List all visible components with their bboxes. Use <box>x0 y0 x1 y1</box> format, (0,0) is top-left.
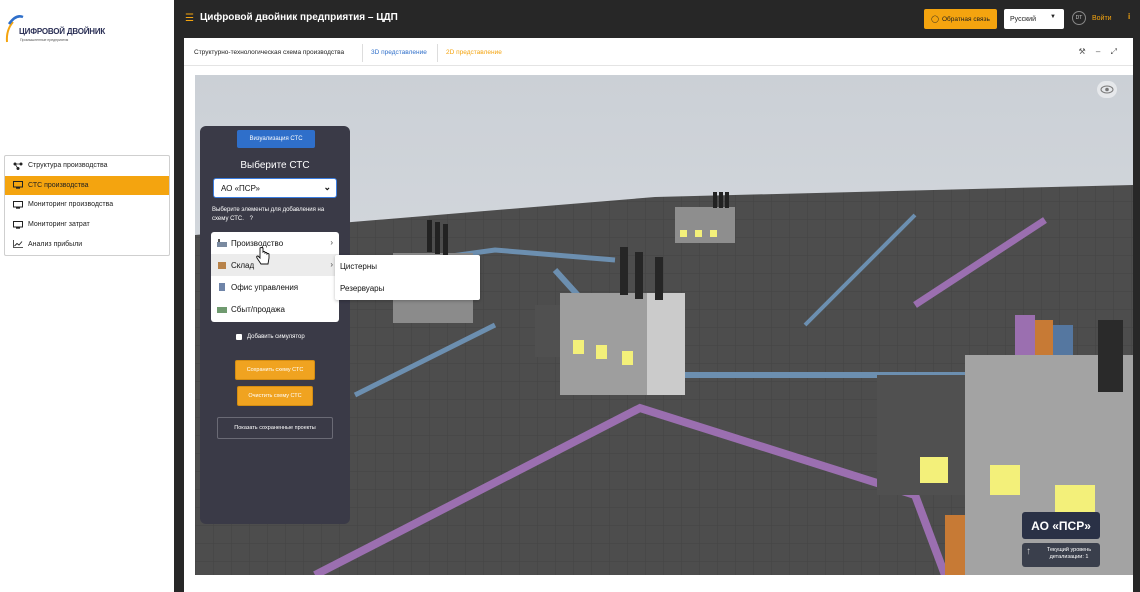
checkbox[interactable] <box>236 334 242 340</box>
element-hint-text: Выберите элементы для добавления на схем… <box>212 207 325 222</box>
choose-sts-title: Выберите СТС <box>240 160 310 171</box>
arrow-up-icon: ↑ <box>1026 546 1031 557</box>
chart-icon <box>13 240 23 249</box>
info-icon[interactable]: i <box>1128 12 1130 21</box>
tab-divider <box>362 44 363 62</box>
simulator-label: Добавить симулятор <box>247 334 305 340</box>
box-icon <box>217 261 227 269</box>
help-icon[interactable]: ? <box>250 216 253 222</box>
sidebar-item-production-monitoring[interactable]: Мониторинг производства <box>5 195 169 215</box>
frame-right <box>1133 38 1140 592</box>
tab-bar: Структурно-технологическая схема произво… <box>184 38 1133 66</box>
tab-structure-scheme[interactable]: Структурно-технологическая схема произво… <box>194 49 344 56</box>
menu-item-warehouse[interactable]: Склад › <box>211 254 339 276</box>
sts-select[interactable]: АО «ПСР» ⌄ <box>213 178 337 198</box>
logo[interactable]: ЦИФРОВОЙ ДВОЙНИК Промышленные предприяти… <box>4 10 134 50</box>
element-menu: Производство › Склад › Офис управления С… <box>211 232 339 322</box>
menu-icon[interactable]: ☰ <box>185 13 194 24</box>
sidebar: ЦИФРОВОЙ ДВОЙНИК Промышленные предприяти… <box>0 0 174 592</box>
sts-select-value: АО «ПСР» <box>221 183 260 193</box>
chevron-down-icon: ⌄ <box>323 182 331 192</box>
sidebar-item-cost-monitoring[interactable]: Мониторинг затрат <box>5 215 169 235</box>
hand-cursor-icon <box>256 247 270 265</box>
page-title: Цифровой двойник предприятия – ЦДП <box>200 12 398 23</box>
sidebar-item-profit-analysis[interactable]: Анализ прибыли <box>5 234 169 254</box>
shop-icon <box>217 305 227 313</box>
menu-item-production[interactable]: Производство › <box>211 232 339 254</box>
monitor-icon <box>13 220 23 229</box>
sidebar-item-label: Мониторинг производства <box>28 201 114 209</box>
login-label: Войти <box>1092 14 1112 22</box>
tab-2d[interactable]: 2D представление <box>446 49 502 56</box>
monitor-icon <box>13 181 23 190</box>
eye-icon <box>1100 85 1114 94</box>
sidebar-nav: Структура производства СТС производства … <box>4 155 170 256</box>
menu-item-label: Офис управления <box>231 282 299 292</box>
level-line-2: детализации: 1 <box>1049 554 1089 560</box>
factory-icon <box>217 239 227 247</box>
warehouse-submenu: Цистерны Резервуары <box>335 255 480 300</box>
feedback-button[interactable]: ◯ Обратная связь <box>924 9 997 29</box>
frame-left <box>174 38 184 592</box>
submenu-item-reservoirs[interactable]: Резервуары <box>335 277 480 299</box>
chat-icon: ◯ <box>931 16 939 23</box>
language-select[interactable]: Русский ▼ <box>1004 9 1064 29</box>
structure-icon <box>13 162 23 170</box>
menu-item-sales[interactable]: Сбыт/продажа <box>211 298 339 320</box>
save-sts-button[interactable]: Сохранить схему СТС <box>235 360 315 380</box>
submenu-item-tanks[interactable]: Цистерны <box>335 255 480 277</box>
tab-divider <box>437 44 438 62</box>
clear-sts-button[interactable]: Очистить схему СТС <box>237 386 313 406</box>
chevron-right-icon: › <box>330 260 333 269</box>
sidebar-item-sts[interactable]: СТС производства <box>5 175 169 196</box>
office-icon <box>217 283 227 291</box>
element-hint: Выберите элементы для добавления на схем… <box>212 206 342 224</box>
tab-3d[interactable]: 3D представление <box>371 49 427 56</box>
sidebar-item-label: Структура производства <box>28 162 108 170</box>
top-bar: ☰ Цифровой двойник предприятия – ЦДП ◯ О… <box>174 0 1140 38</box>
avatar: DT <box>1072 11 1086 25</box>
feedback-label: Обратная связь <box>941 15 990 23</box>
logo-title: ЦИФРОВОЙ ДВОЙНИК <box>19 27 106 36</box>
menu-item-label: Склад <box>231 260 255 270</box>
chevron-right-icon: › <box>330 238 333 247</box>
sts-control-panel: Визуализация СТС Выберите СТС АО «ПСР» ⌄… <box>200 126 350 524</box>
sidebar-item-label: Мониторинг затрат <box>28 221 90 229</box>
sidebar-item-structure[interactable]: Структура производства <box>5 156 169 176</box>
sidebar-item-label: СТС производства <box>28 181 89 189</box>
show-projects-button[interactable]: Показать сохраненные проекты <box>217 417 333 439</box>
logo-subtitle: Промышленные предприятия <box>20 38 69 42</box>
org-label: АО «ПСР» <box>1022 512 1100 539</box>
language-value: Русский <box>1010 15 1036 23</box>
caret-down-icon: ▼ <box>1050 14 1056 20</box>
visibility-toggle[interactable] <box>1097 81 1117 98</box>
visualize-sts-button[interactable]: Визуализация СТС <box>237 130 315 148</box>
level-line-1: Текущий уровень <box>1046 547 1092 553</box>
menu-item-label: Сбыт/продажа <box>231 304 285 314</box>
add-simulator-checkbox[interactable]: Добавить симулятор <box>236 334 305 340</box>
login-button[interactable]: DT Войти <box>1072 11 1112 25</box>
menu-item-office[interactable]: Офис управления <box>211 276 339 298</box>
monitor-icon <box>13 200 23 209</box>
panel-tools[interactable]: ⚒ – ⤢ <box>1079 47 1121 57</box>
sidebar-item-label: Анализ прибыли <box>28 240 83 248</box>
detail-level-indicator[interactable]: ↑ Текущий уровень детализации: 1 <box>1022 543 1100 567</box>
